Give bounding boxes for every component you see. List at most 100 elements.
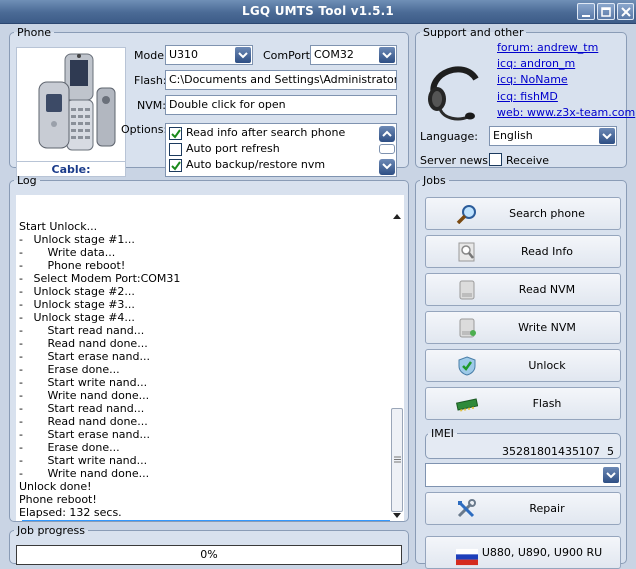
russia-flag-icon (456, 548, 478, 566)
log-line: - Start read nand... (19, 402, 145, 415)
model-dropdown-button[interactable] (235, 47, 251, 63)
comport-dropdown-button[interactable] (379, 47, 395, 63)
extra-dropdown-button[interactable] (603, 467, 619, 483)
flash-button[interactable]: Flash (425, 387, 621, 420)
options-scroll-up[interactable] (379, 126, 395, 142)
comport-select[interactable]: COM32 (310, 45, 397, 65)
memory-chip-icon (456, 398, 478, 412)
repair-button[interactable]: Repair (425, 492, 621, 525)
log-line: - Read nand done... (19, 415, 148, 428)
options-label: Options: (121, 123, 168, 136)
server-news-label: Server news: (420, 154, 492, 167)
chevron-down-icon (606, 472, 616, 479)
checkbox-auto-backup[interactable] (169, 159, 182, 172)
jobs-group: Jobs Search phone Read Info Read NVM Wri… (415, 174, 627, 569)
model-select[interactable]: U310 (165, 45, 253, 65)
support-group: Support and other forum: andrew_tm icq: … (415, 26, 635, 168)
log-line: - Start erase nand... (19, 428, 150, 441)
option-label: Auto port refresh (186, 142, 280, 155)
log-group: Log Start Unlock... - Unlock stage #1... -… (9, 174, 409, 522)
model-value: U310 (169, 48, 199, 61)
flash-label: Flash (532, 397, 562, 410)
jobs-group-legend: Jobs (423, 174, 446, 187)
region-button[interactable]: U880, U890, U900 RU (425, 536, 621, 569)
minimize-button[interactable] (577, 3, 595, 20)
unlock-label: Unlock (528, 359, 566, 372)
scroll-down-arrow-icon[interactable] (393, 513, 401, 519)
checkmark-icon (171, 129, 181, 139)
magnifier-icon (456, 205, 476, 224)
search-phone-label: Search phone (509, 207, 585, 220)
options-scrollbar-track[interactable] (379, 144, 395, 154)
flash-path-input[interactable]: C:\Documents and Settings\Administrator\… (165, 70, 397, 90)
log-scroll-thumb[interactable] (391, 408, 403, 512)
receive-option[interactable]: Receive (489, 152, 569, 168)
chevron-up-icon (382, 130, 392, 137)
checkbox-receive[interactable] (489, 153, 502, 166)
write-nvm-button[interactable]: Write NVM (425, 311, 621, 344)
chevron-down-icon (238, 52, 248, 59)
title-bar[interactable]: LGQ UMTS Tool v1.5.1 (0, 0, 636, 24)
scroll-up-arrow-icon[interactable] (393, 213, 401, 219)
log-line: - Unlock stage #2... (19, 285, 135, 298)
log-line: - Erase done... (19, 363, 120, 376)
link-icq-fishmd[interactable]: icq: fishMD (497, 90, 558, 103)
options-list: Read info after search phone Auto port r… (165, 123, 397, 177)
link-icq-noname[interactable]: icq: NoName (497, 73, 568, 86)
checkbox-auto-port-refresh[interactable] (169, 143, 182, 156)
log-line: Unlock done! (19, 480, 92, 493)
minimize-icon (582, 15, 590, 17)
support-group-legend: Support and other (423, 26, 524, 39)
link-web[interactable]: web: www.z3x-team.com (497, 106, 635, 119)
language-value: English (493, 129, 533, 142)
search-phone-button[interactable]: Search phone (425, 197, 621, 230)
log-line: - Write nand done... (19, 467, 150, 480)
extra-select[interactable] (425, 463, 621, 487)
log-line: Start Unlock... (19, 220, 98, 233)
language-select[interactable]: English (489, 126, 617, 146)
option-label: Read info after search phone (186, 126, 346, 139)
log-line: - Select Modem Port:COM31 (19, 272, 181, 285)
log-line: - Start erase nand... (19, 350, 150, 363)
comport-value: COM32 (314, 48, 354, 61)
checkmark-icon (171, 161, 181, 171)
phone-group: Phone Cable: Model: U310 ComPort: COM32 … (9, 26, 409, 192)
options-scroll-down[interactable] (379, 159, 395, 175)
log-line: - Erase done... (19, 441, 120, 454)
job-progress-bar: 0% (16, 545, 402, 565)
log-line: - Start write nand... (19, 454, 148, 467)
checkbox-read-info[interactable] (169, 127, 182, 140)
log-line: - Write data... (19, 246, 116, 259)
log-line: Phone reboot! (19, 493, 97, 506)
log-line: - Start write nand... (19, 376, 148, 389)
nvm-path-input[interactable]: Double click for open (165, 95, 397, 115)
log-line: - Unlock stage #3... (19, 298, 135, 311)
phone-picture-icon (38, 53, 116, 151)
link-forum[interactable]: forum: andrew_tm (497, 41, 598, 54)
headset-icon (428, 66, 479, 121)
close-button[interactable] (617, 3, 634, 20)
imei-group: IMEI 35281801435107 5 (425, 427, 621, 459)
maximize-button[interactable] (597, 3, 615, 20)
write-nvm-label: Write NVM (518, 321, 576, 334)
magnifier-gray-icon (458, 242, 475, 262)
phone-group-legend: Phone (17, 26, 52, 39)
chevron-down-icon (602, 133, 612, 140)
log-scrollbar[interactable] (390, 195, 404, 521)
link-icq-andron[interactable]: icq: andron_m (497, 57, 575, 70)
language-dropdown-button[interactable] (599, 128, 615, 144)
flash-label: Flash: (134, 74, 167, 87)
option-label: Auto backup/restore nvm (186, 158, 326, 171)
log-selected-line[interactable] (22, 520, 392, 521)
read-info-button[interactable]: Read Info (425, 235, 621, 268)
log-line: - Read nand done... (19, 337, 148, 350)
log-line: - Phone reboot! (19, 259, 126, 272)
region-label: U880, U890, U900 RU (481, 546, 603, 559)
comport-label: ComPort: (263, 49, 314, 62)
imei-value: 35281801435107 5 (502, 445, 614, 458)
tools-icon (457, 499, 476, 518)
log-output[interactable]: Start Unlock... - Unlock stage #1... - Wri… (16, 195, 402, 521)
unlock-button[interactable]: Unlock (425, 349, 621, 382)
language-label: Language: (420, 130, 478, 143)
read-nvm-button[interactable]: Read NVM (425, 273, 621, 306)
